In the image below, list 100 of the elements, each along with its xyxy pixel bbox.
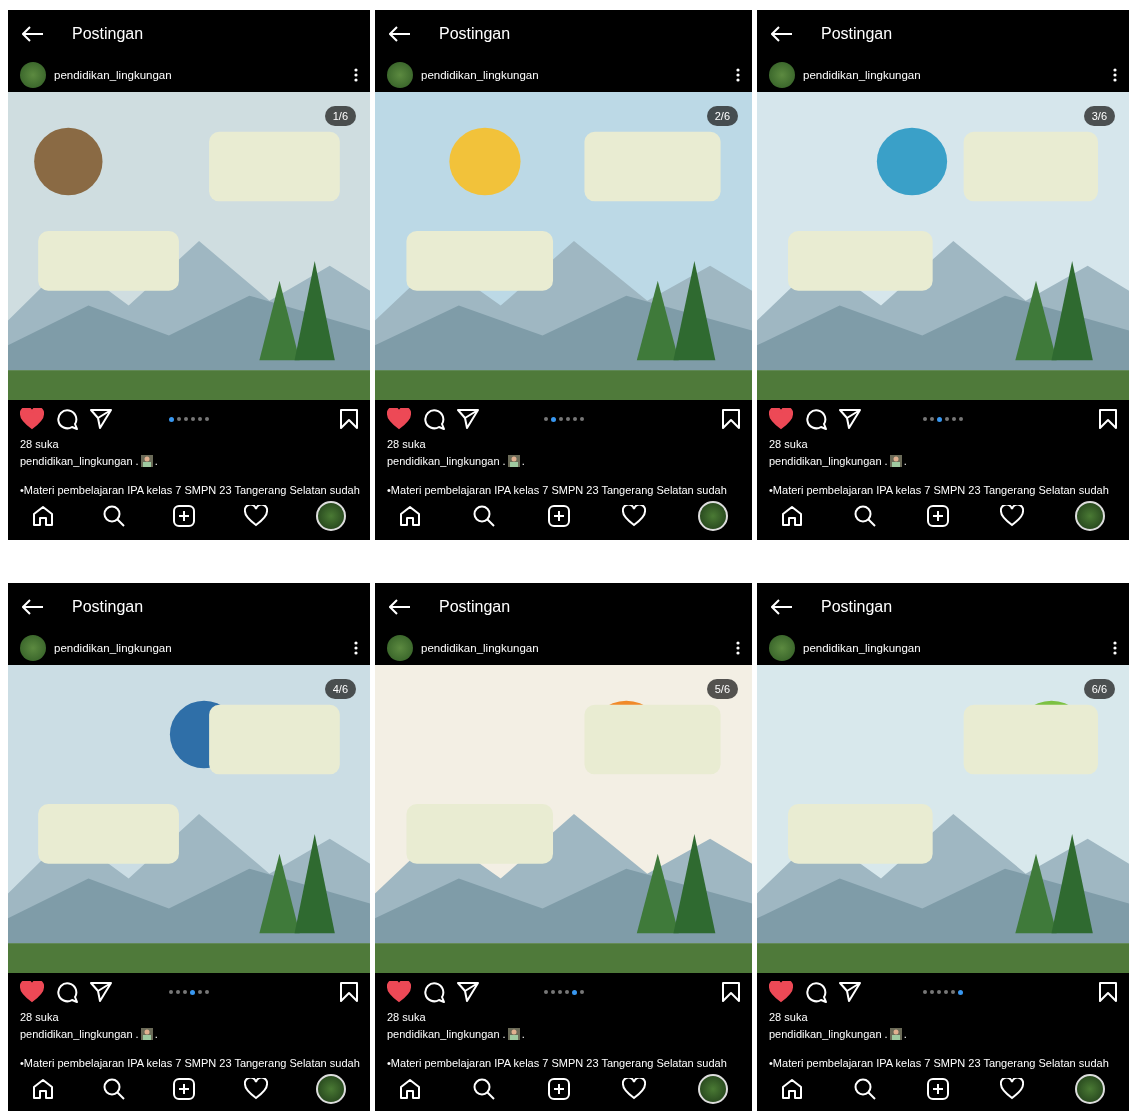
profile-avatar-icon[interactable] [698, 501, 728, 531]
heart-icon[interactable] [20, 408, 44, 430]
more-options-icon[interactable] [1113, 640, 1117, 655]
back-arrow-icon[interactable] [389, 25, 411, 42]
share-icon[interactable] [839, 409, 861, 429]
search-icon[interactable] [102, 505, 125, 527]
comment-icon[interactable] [56, 981, 78, 1003]
like-count: 28 suka [769, 438, 809, 450]
caption-author[interactable]: pendidikan_lingkungan . [769, 455, 888, 467]
home-icon[interactable] [32, 505, 54, 527]
caption-author[interactable]: pendidikan_lingkungan . [20, 1028, 139, 1040]
profile-avatar-icon[interactable] [698, 1074, 728, 1104]
person-laptop-icon [507, 455, 520, 467]
heart-outline-icon[interactable] [243, 1078, 268, 1100]
share-icon[interactable] [90, 409, 112, 429]
heart-outline-icon[interactable] [621, 1078, 646, 1100]
share-icon[interactable] [457, 409, 479, 429]
more-options-icon[interactable] [1113, 67, 1117, 82]
person-laptop-icon [507, 1028, 520, 1040]
comment-icon[interactable] [805, 981, 827, 1003]
caption-text: •Materi pembelajaran IPA kelas 7 SMPN 23 Tangerang Selatan sudah [387, 484, 728, 496]
person-laptop-icon [140, 455, 153, 467]
back-arrow-icon[interactable] [771, 25, 793, 42]
person-laptop-icon [889, 455, 902, 467]
heart-icon[interactable] [20, 981, 44, 1003]
back-arrow-icon[interactable] [771, 598, 793, 615]
bookmark-icon[interactable] [1099, 982, 1117, 1002]
screen-title: Postingan [821, 597, 893, 616]
heart-icon[interactable] [387, 408, 411, 430]
heart-outline-icon[interactable] [621, 505, 646, 527]
bookmark-icon[interactable] [340, 982, 358, 1002]
bookmark-icon[interactable] [340, 409, 358, 429]
add-post-icon[interactable] [173, 1078, 195, 1100]
more-options-icon[interactable] [736, 640, 740, 655]
add-post-icon[interactable] [547, 505, 570, 527]
caption-end: . [521, 455, 525, 467]
share-icon[interactable] [90, 982, 112, 1002]
back-arrow-icon[interactable] [22, 598, 44, 615]
username[interactable]: pendidikan_lingkungan [803, 641, 1105, 654]
username[interactable]: pendidikan_lingkungan [54, 68, 346, 81]
heart-icon[interactable] [769, 981, 793, 1003]
caption-author[interactable]: pendidikan_lingkungan . [387, 455, 506, 467]
screen-title: Postingan [72, 597, 144, 616]
username[interactable]: pendidikan_lingkungan [54, 641, 346, 654]
avatar-icon[interactable] [20, 61, 46, 88]
add-post-icon[interactable] [547, 1078, 570, 1100]
back-arrow-icon[interactable] [389, 598, 411, 615]
screen-title: Postingan [439, 24, 511, 43]
username[interactable]: pendidikan_lingkungan [421, 68, 728, 81]
search-icon[interactable] [473, 1078, 496, 1100]
avatar-icon[interactable] [20, 634, 46, 661]
comment-icon[interactable] [423, 981, 445, 1003]
heart-outline-icon[interactable] [1000, 1078, 1024, 1100]
home-icon[interactable] [399, 505, 421, 527]
search-icon[interactable] [102, 1078, 125, 1100]
profile-avatar-icon[interactable] [1075, 501, 1105, 531]
avatar-icon[interactable] [769, 634, 795, 661]
home-icon[interactable] [781, 505, 803, 527]
add-post-icon[interactable] [173, 505, 195, 527]
username[interactable]: pendidikan_lingkungan [421, 641, 728, 654]
bookmark-icon[interactable] [722, 982, 740, 1002]
like-count: 28 suka [769, 1011, 809, 1023]
profile-avatar-icon[interactable] [316, 1074, 346, 1104]
heart-icon[interactable] [387, 981, 411, 1003]
caption-author[interactable]: pendidikan_lingkungan . [769, 1028, 888, 1040]
more-options-icon[interactable] [354, 640, 358, 655]
heart-outline-icon[interactable] [243, 505, 268, 527]
screen-title: Postingan [439, 597, 511, 616]
search-icon[interactable] [854, 1078, 876, 1100]
caption-author[interactable]: pendidikan_lingkungan . [387, 1028, 506, 1040]
more-options-icon[interactable] [736, 67, 740, 82]
avatar-icon[interactable] [769, 61, 795, 88]
bookmark-icon[interactable] [722, 409, 740, 429]
heart-outline-icon[interactable] [1000, 505, 1024, 527]
share-icon[interactable] [839, 982, 861, 1002]
search-icon[interactable] [473, 505, 496, 527]
comment-icon[interactable] [423, 408, 445, 430]
caption-end: . [154, 1028, 158, 1040]
share-icon[interactable] [457, 982, 479, 1002]
search-icon[interactable] [854, 505, 876, 527]
avatar-icon[interactable] [387, 61, 413, 88]
heart-icon[interactable] [769, 408, 793, 430]
bookmark-icon[interactable] [1099, 409, 1117, 429]
home-icon[interactable] [781, 1078, 803, 1100]
home-icon[interactable] [32, 1078, 54, 1100]
like-count: 28 suka [387, 438, 427, 450]
add-post-icon[interactable] [927, 505, 949, 527]
caption-end: . [521, 1028, 525, 1040]
more-options-icon[interactable] [354, 67, 358, 82]
profile-avatar-icon[interactable] [316, 501, 346, 531]
profile-avatar-icon[interactable] [1075, 1074, 1105, 1104]
comment-icon[interactable] [805, 408, 827, 430]
comment-icon[interactable] [56, 408, 78, 430]
home-icon[interactable] [399, 1078, 421, 1100]
username[interactable]: pendidikan_lingkungan [803, 68, 1105, 81]
caption-author[interactable]: pendidikan_lingkungan . [20, 455, 139, 467]
add-post-icon[interactable] [927, 1078, 949, 1100]
avatar-icon[interactable] [387, 634, 413, 661]
caption-text: •Materi pembelajaran IPA kelas 7 SMPN 23 Tangerang Selatan sudah [769, 484, 1110, 496]
back-arrow-icon[interactable] [22, 25, 44, 42]
